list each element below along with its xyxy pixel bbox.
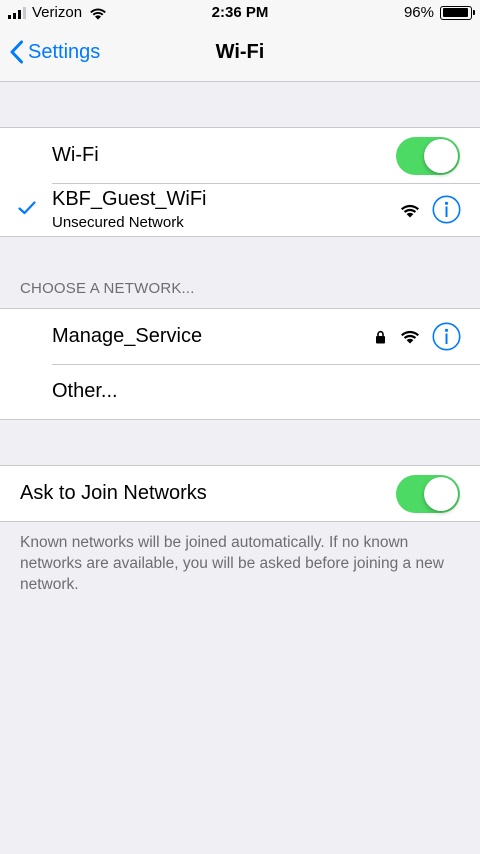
page-title: Wi-Fi bbox=[215, 41, 265, 63]
network-row-manage-service[interactable]: Manage_Service bbox=[0, 309, 480, 364]
lock-icon bbox=[376, 330, 385, 344]
navigation-bar: Settings Wi-Fi bbox=[0, 28, 480, 82]
ask-join-label: Ask to Join Networks bbox=[20, 482, 207, 504]
ask-join-footer: Known networks will be joined automatica… bbox=[20, 534, 444, 593]
wifi-toggle-row: Wi-Fi bbox=[0, 128, 480, 183]
ask-join-row: Ask to Join Networks bbox=[0, 466, 480, 521]
wifi-label: Wi-Fi bbox=[52, 144, 99, 166]
other-network-label: Other... bbox=[52, 380, 118, 402]
network-name: Manage_Service bbox=[52, 325, 203, 347]
screen: Verizon 2:36 PM 96% Settings Wi-Fi Wi-Fi… bbox=[0, 0, 480, 854]
connected-network-name: KBF_Guest_WiFi bbox=[52, 188, 207, 210]
ask-join-group: Ask to Join Networks bbox=[0, 465, 480, 522]
networks-section-header: CHOOSE A NETWORK... bbox=[20, 280, 195, 297]
toggle-knob bbox=[424, 477, 458, 511]
wifi-signal-icon bbox=[401, 204, 419, 218]
info-icon[interactable] bbox=[432, 195, 461, 224]
battery-icon bbox=[440, 5, 475, 20]
wifi-signal-icon bbox=[401, 330, 419, 344]
ask-join-toggle[interactable] bbox=[396, 475, 460, 513]
toggle-knob bbox=[424, 139, 458, 173]
wifi-toggle[interactable] bbox=[396, 137, 460, 175]
checkmark-icon bbox=[18, 201, 36, 215]
network-row-other[interactable]: Other... bbox=[0, 364, 480, 419]
wifi-settings-group: Wi-Fi KBF_Guest_WiFi Unsecured Network bbox=[0, 127, 480, 237]
info-icon[interactable] bbox=[432, 322, 461, 351]
battery-percent: 96% bbox=[403, 4, 434, 21]
networks-group: Manage_Service Other... bbox=[0, 308, 480, 420]
status-right: 96% bbox=[403, 4, 475, 21]
connected-network-subtitle: Unsecured Network bbox=[52, 214, 184, 231]
connected-network-row[interactable]: KBF_Guest_WiFi Unsecured Network bbox=[0, 183, 480, 236]
status-bar: Verizon 2:36 PM 96% bbox=[0, 0, 480, 28]
